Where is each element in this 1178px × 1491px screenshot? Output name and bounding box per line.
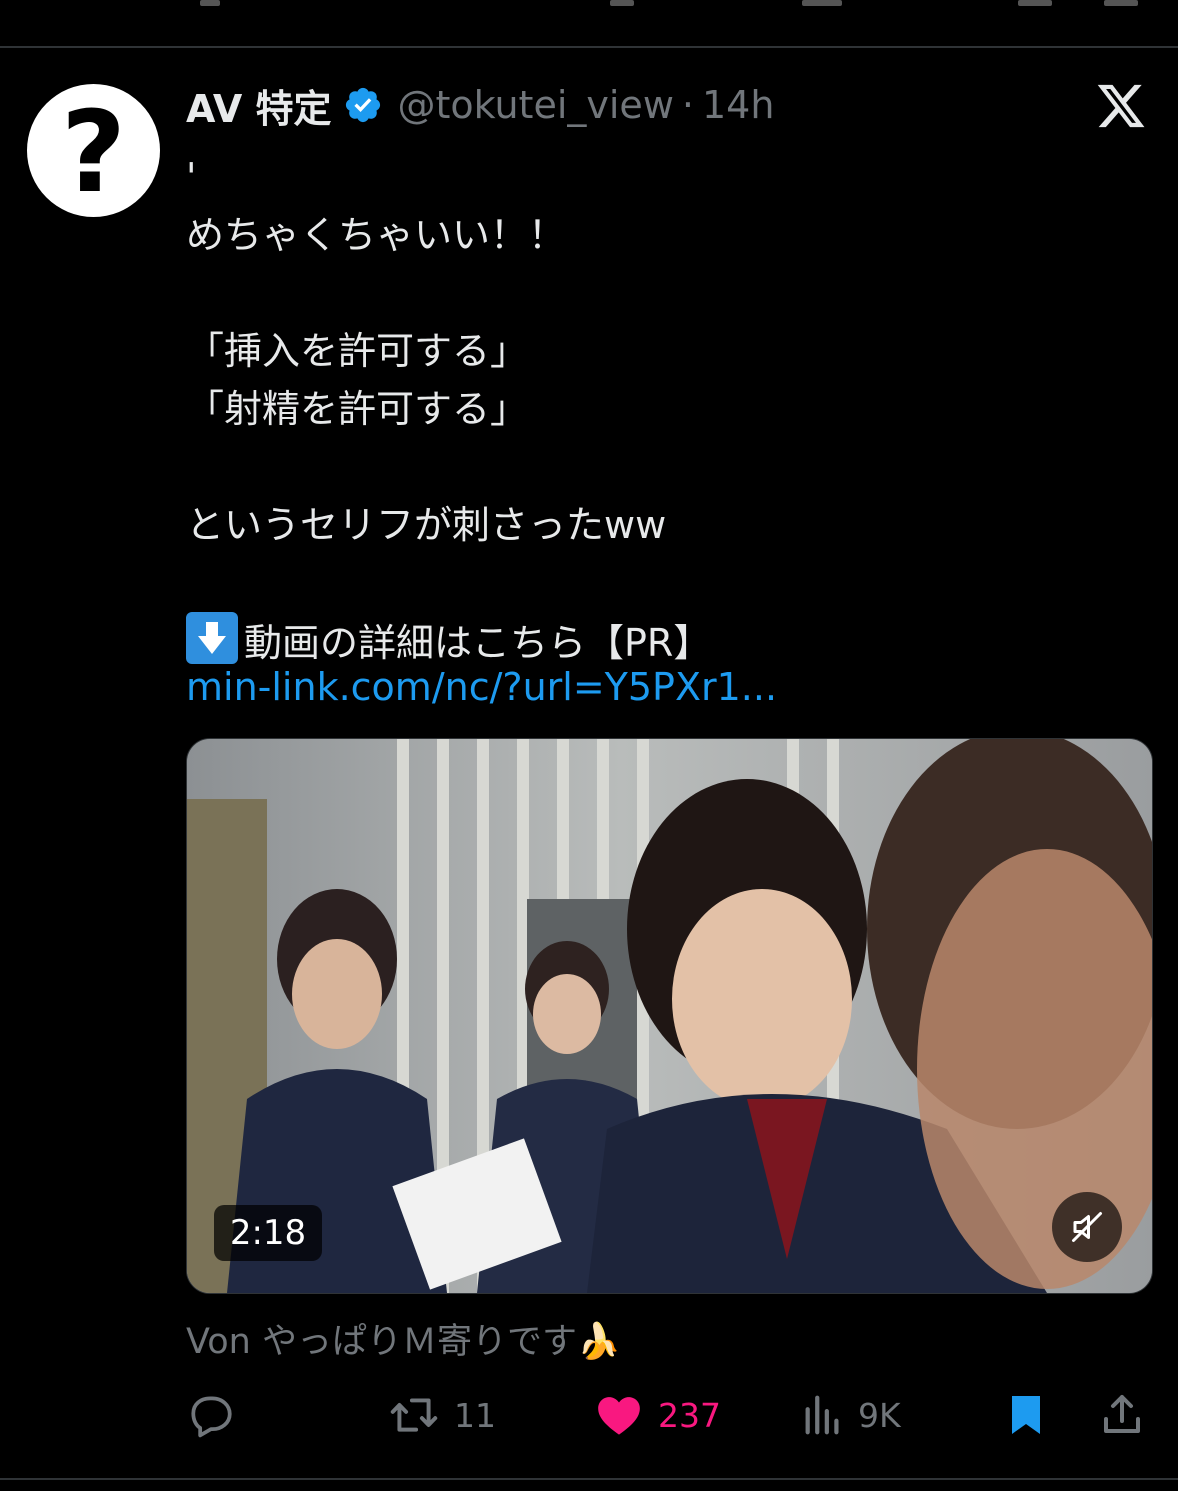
bookmark-button[interactable]	[1002, 1380, 1050, 1450]
previous-tweet-actions-cutoff	[0, 0, 1178, 46]
text-line: 「射精を許可する」	[186, 387, 529, 431]
avatar[interactable]: ?	[27, 84, 160, 217]
divider	[0, 1478, 1178, 1480]
share-button[interactable]	[1098, 1380, 1146, 1450]
views-chart-icon	[805, 1395, 839, 1435]
separator-dot: ·	[681, 83, 694, 127]
tweet-header: AV 特定 @tokutei_view · 14h	[186, 78, 774, 133]
text-line: というセリフが刺さったww	[186, 503, 667, 547]
reply-icon	[191, 1396, 232, 1438]
handle[interactable]: @tokutei_view	[397, 83, 673, 127]
reply-button[interactable]	[186, 1380, 236, 1450]
text-line	[186, 264, 1136, 322]
views-button[interactable]: 9K	[800, 1380, 901, 1450]
source-label: Von やっぱりＭ寄りです🍌	[186, 1322, 621, 1362]
divider	[0, 46, 1178, 48]
pr-text: 動画の詳細はこちら【PR】	[244, 621, 712, 665]
like-button[interactable]: 237	[592, 1380, 721, 1450]
video-duration: 2:18	[214, 1205, 322, 1261]
down-arrow-icon	[186, 612, 238, 664]
text-line	[186, 438, 1136, 496]
text-line: めちゃくちゃいい！！	[186, 213, 567, 257]
text-line: 「挿入を許可する」	[186, 329, 529, 373]
retweet-count: 11	[454, 1395, 496, 1435]
like-count: 237	[658, 1395, 721, 1435]
avatar-glyph: ?	[61, 87, 126, 218]
bookmark-filled-icon	[1012, 1396, 1040, 1434]
x-logo-icon	[1095, 80, 1147, 132]
mute-button[interactable]	[1052, 1192, 1122, 1262]
text-line: '	[186, 155, 197, 199]
display-name[interactable]: AV 特定	[186, 78, 331, 133]
verified-badge-icon	[331, 85, 397, 125]
tweet-link[interactable]: min-link.com/nc/?url=Y5PXr1...	[186, 660, 777, 714]
text-line	[186, 554, 1136, 612]
timestamp[interactable]: 14h	[702, 83, 774, 127]
retweet-icon	[390, 1398, 438, 1432]
tweet-text: ' めちゃくちゃいい！！ 「挿入を許可する」 「射精を許可する」 というセリフが…	[186, 148, 1136, 670]
video-frame	[187, 739, 1152, 1293]
heart-filled-icon	[598, 1397, 640, 1435]
share-icon	[1104, 1395, 1140, 1433]
retweet-button[interactable]: 11	[386, 1380, 496, 1450]
speaker-muted-icon	[1072, 1212, 1102, 1242]
video-player[interactable]	[186, 738, 1153, 1294]
views-count: 9K	[858, 1395, 901, 1435]
tweet-actions: 11 237 9K	[0, 1380, 1178, 1450]
